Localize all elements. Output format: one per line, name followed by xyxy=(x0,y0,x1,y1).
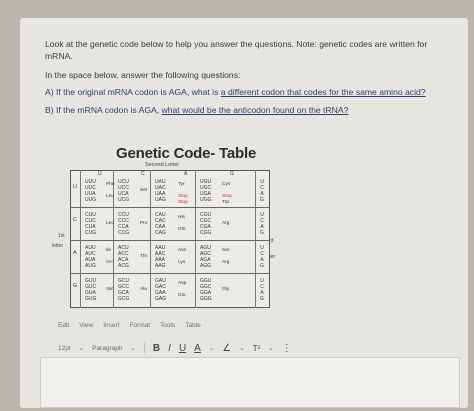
question-a: A) If the original mRNA codon is AGA, wh… xyxy=(45,87,465,97)
first-letter-label-2: letter xyxy=(52,243,64,249)
amino-acid-arg: Arg xyxy=(222,260,230,265)
amino-acid-gly: Gly xyxy=(222,287,230,292)
editor-menubar: Edit View Insert Format Tools Table xyxy=(58,322,201,329)
first-letter-u: U xyxy=(73,184,77,190)
second-letter-u: U xyxy=(98,171,102,177)
amino-acid-asn: Asn xyxy=(178,248,187,253)
amino-acid-his: His xyxy=(178,215,185,220)
third-letter-g: G xyxy=(260,230,264,236)
amino-acid-pro: Pro xyxy=(140,221,148,226)
codon-gug: GUG xyxy=(85,296,97,302)
codon-cag: CAG xyxy=(155,230,166,236)
codon-ccg: CCG xyxy=(118,230,130,236)
amino-acid-val: Val xyxy=(106,287,113,292)
codon-uag: UAG xyxy=(155,197,166,203)
chevron-down-icon[interactable]: ⌄ xyxy=(239,344,244,352)
question-b-lead: B) If the mRNA codon is AGA, xyxy=(45,105,162,115)
genetic-code-table xyxy=(70,170,270,308)
amino-acid-asp: Asp xyxy=(178,281,187,286)
amino-acid-ser: Ser xyxy=(222,248,230,253)
amino-acid-met: Met xyxy=(106,260,114,265)
amino-acid-stop: Stop xyxy=(178,194,188,199)
amino-acid-thr: Thr xyxy=(140,254,148,259)
underline-button[interactable]: U xyxy=(179,343,186,354)
menu-item-tools[interactable]: Tools xyxy=(160,322,175,329)
codon-ugg: UGG xyxy=(200,197,212,203)
first-letter-a: A xyxy=(73,250,77,256)
amino-acid-leu: Leu xyxy=(106,194,115,199)
genetic-code-title: Genetic Code- Table xyxy=(116,145,257,162)
menu-item-format[interactable]: Format xyxy=(129,322,150,329)
first-letter-label-1: 1st xyxy=(58,233,65,239)
codon-aag: AAG xyxy=(155,263,166,269)
answer-editor-area[interactable] xyxy=(40,357,460,408)
menu-item-edit[interactable]: Edit xyxy=(58,322,69,329)
question-b: B) If the mRNA codon is AGA, what would … xyxy=(45,105,465,115)
column-divider xyxy=(113,170,114,308)
amino-acid-stop: Stop xyxy=(222,194,232,199)
second-letter-c: C xyxy=(141,171,145,177)
menu-item-insert[interactable]: Insert xyxy=(103,322,119,329)
amino-acid-phe: Phe xyxy=(106,182,115,187)
amino-acid-arg: Arg xyxy=(222,221,230,226)
third-letter-g: G xyxy=(260,197,264,203)
second-letter-label: Second Letter xyxy=(145,162,180,168)
column-divider xyxy=(195,170,196,308)
font-color-button[interactable]: A xyxy=(194,343,201,354)
amino-acid-leu: Leu xyxy=(106,221,115,226)
row-divider xyxy=(70,207,270,208)
codon-cug: CUG xyxy=(85,230,97,236)
codon-cgg: CGG xyxy=(200,230,212,236)
codon-agg: AGG xyxy=(200,263,212,269)
superscript-button[interactable]: T² xyxy=(253,344,261,353)
italic-button[interactable]: I xyxy=(168,343,171,354)
menu-item-view[interactable]: View xyxy=(79,322,93,329)
question-prompt: In the space below, answer the following… xyxy=(45,70,241,80)
chevron-down-icon[interactable]: ⌄ xyxy=(130,344,135,352)
third-letter-g: G xyxy=(260,296,264,302)
editor-toolbar: 12pt ⌄ Paragraph ⌄ B I U A ⌄ ∠ ⌄ T² ⌄ ⋮ xyxy=(58,341,418,355)
more-options-icon[interactable]: ⋮ xyxy=(282,343,292,354)
codon-gcg: GCG xyxy=(118,296,130,302)
amino-acid-gln: Gln xyxy=(178,227,186,232)
block-format-select[interactable]: Paragraph xyxy=(92,345,122,352)
first-letter-c: C xyxy=(73,217,77,223)
bold-button[interactable]: B xyxy=(153,343,160,354)
toolbar-divider xyxy=(143,343,145,353)
third-letter-g: G xyxy=(260,263,264,269)
question-intro: Look at the genetic code below to help y… xyxy=(45,39,428,61)
first-letter-g: G xyxy=(73,283,78,289)
second-letter-g: G xyxy=(230,171,234,177)
codon-ucg: UCG xyxy=(118,197,130,203)
chevron-down-icon[interactable]: ⌄ xyxy=(79,344,84,352)
row-divider xyxy=(70,273,270,274)
amino-acid-cys: Cys xyxy=(222,182,231,187)
amino-acid-tyr: Tyr xyxy=(178,182,185,187)
question-b-underlined: what would be the anticodon found on the… xyxy=(161,105,349,115)
codon-ggg: GGG xyxy=(200,296,212,302)
amino-acid-ala: Ala xyxy=(140,287,147,292)
codon-acg: ACG xyxy=(118,263,129,269)
column-divider xyxy=(80,170,81,308)
pen-icon[interactable]: ∠ xyxy=(222,343,231,354)
font-size-select[interactable]: 12pt xyxy=(58,345,71,352)
amino-acid-lys: Lys xyxy=(178,260,186,265)
codon-uug: UUG xyxy=(85,197,97,203)
amino-acid-ser: Ser xyxy=(140,188,148,193)
amino-acid-stop: Stop xyxy=(178,200,188,205)
codon-gag: GAG xyxy=(155,296,167,302)
amino-acid-glu: Glu xyxy=(178,293,186,298)
second-letter-a: A xyxy=(184,171,188,177)
codon-aug: AUG xyxy=(85,263,96,269)
menu-item-table[interactable]: Table xyxy=(185,322,201,329)
chevron-down-icon[interactable]: ⌄ xyxy=(209,344,214,352)
chevron-down-icon[interactable]: ⌄ xyxy=(268,344,273,352)
column-divider xyxy=(150,170,151,308)
question-a-lead: A) If the original mRNA codon is AGA, wh… xyxy=(45,87,221,97)
column-divider xyxy=(255,170,256,308)
amino-acid-ile: Ile xyxy=(106,248,112,253)
question-a-underlined: a different codon that codes for the sam… xyxy=(220,87,426,97)
row-divider xyxy=(70,240,270,241)
amino-acid-trp: Trp xyxy=(222,200,230,205)
